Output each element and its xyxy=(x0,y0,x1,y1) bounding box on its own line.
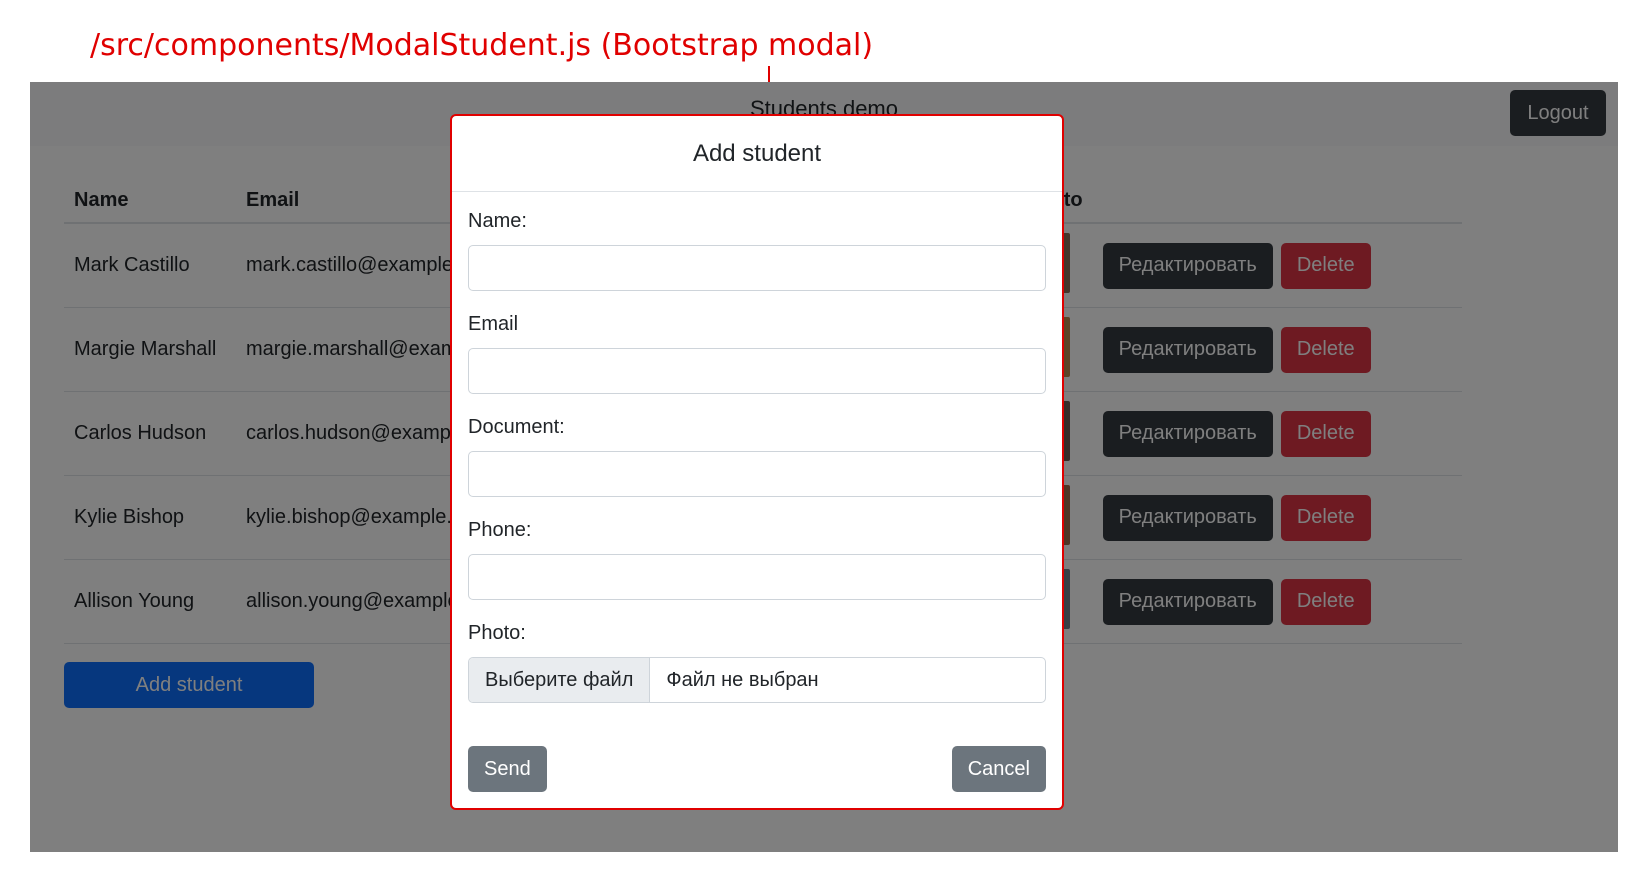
choose-file-button[interactable]: Выберите файл xyxy=(469,658,651,702)
document-label: Document: xyxy=(468,416,565,438)
file-status-text: Файл не выбран xyxy=(666,669,819,691)
name-label: Name: xyxy=(468,210,527,232)
name-input[interactable] xyxy=(468,245,1046,291)
send-button[interactable]: Send xyxy=(468,746,547,792)
modal-body: Name: Email Document: Phone: Photo: Выбе… xyxy=(452,192,1062,703)
add-student-modal: Add student Name: Email Document: Phone:… xyxy=(450,114,1064,810)
phone-input[interactable] xyxy=(468,554,1046,600)
document-input[interactable] xyxy=(468,451,1046,497)
phone-label: Phone: xyxy=(468,519,532,541)
photo-label: Photo: xyxy=(468,622,526,644)
email-input[interactable] xyxy=(468,348,1046,394)
cancel-button[interactable]: Cancel xyxy=(951,746,1046,792)
modal-title: Add student xyxy=(452,116,1062,192)
email-label: Email xyxy=(468,313,519,335)
modal-footer: Send Cancel xyxy=(468,746,1046,792)
photo-file-input[interactable]: Выберите файл Файл не выбран xyxy=(468,657,1046,703)
annotation-label: /src/components/ModalStudent.js (Bootstr… xyxy=(90,28,874,63)
